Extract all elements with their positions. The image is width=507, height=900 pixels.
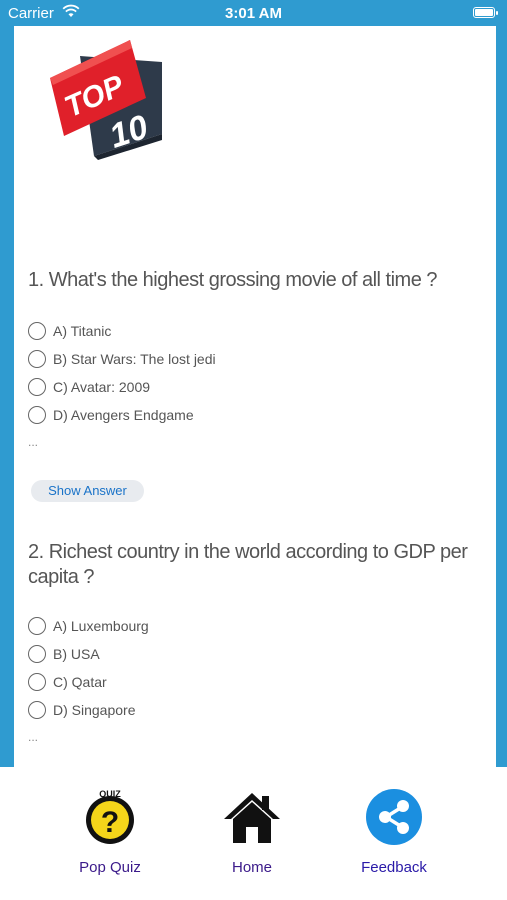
question-1-option-d[interactable]: D) Avengers Endgame bbox=[28, 404, 194, 426]
tab-label: Home bbox=[231, 859, 272, 876]
radio-button[interactable] bbox=[28, 645, 46, 663]
question-2-option-c[interactable]: C) Qatar bbox=[28, 671, 107, 693]
tab-feedback[interactable]: Feedback bbox=[334, 787, 454, 887]
option-label: A) Titanic bbox=[53, 323, 112, 339]
share-icon bbox=[366, 789, 422, 845]
status-bar: Carrier 3:01 AM bbox=[0, 0, 507, 26]
option-label: C) Qatar bbox=[53, 674, 107, 690]
home-icon bbox=[224, 793, 280, 843]
question-2-ellipsis: ... bbox=[28, 730, 39, 744]
battery-icon bbox=[473, 7, 498, 18]
radio-button[interactable] bbox=[28, 673, 46, 691]
quiz-content[interactable]: TOP 10 1. What's the highest grossing mo… bbox=[14, 26, 496, 767]
radio-button[interactable] bbox=[28, 378, 46, 396]
question-1-text: 1. What's the highest grossing movie of … bbox=[28, 269, 438, 291]
question-2-option-a[interactable]: A) Luxembourg bbox=[28, 615, 149, 637]
tab-home[interactable]: Home bbox=[192, 787, 312, 887]
quiz-icon: ? QUIZ bbox=[86, 789, 134, 844]
question-1-option-a[interactable]: A) Titanic bbox=[28, 320, 111, 342]
show-answer-button[interactable]: Show Answer bbox=[31, 480, 144, 502]
svg-text:?: ? bbox=[101, 806, 119, 839]
tab-label: Pop Quiz bbox=[79, 859, 141, 876]
radio-button[interactable] bbox=[28, 701, 46, 719]
option-label: C) Avatar: 2009 bbox=[53, 379, 151, 395]
radio-button[interactable] bbox=[28, 322, 46, 340]
question-2-option-b[interactable]: B) USA bbox=[28, 643, 100, 665]
radio-button[interactable] bbox=[28, 617, 46, 635]
question-1-option-c[interactable]: C) Avatar: 2009 bbox=[28, 376, 150, 398]
tab-label: Feedback bbox=[361, 859, 427, 876]
question-1-ellipsis: ... bbox=[28, 435, 39, 449]
option-label: D) Singapore bbox=[53, 702, 136, 718]
tab-pop-quiz[interactable]: ? QUIZ Pop Quiz bbox=[50, 787, 170, 887]
clock: 3:01 AM bbox=[225, 5, 282, 22]
svg-text:QUIZ: QUIZ bbox=[99, 789, 121, 799]
option-label: B) USA bbox=[53, 646, 100, 662]
option-label: A) Luxembourg bbox=[53, 618, 149, 634]
question-2-text: 2. Richest country in the world accordin… bbox=[28, 541, 468, 588]
option-label: B) Star Wars: The lost jedi bbox=[53, 351, 216, 367]
top10-logo: TOP 10 bbox=[50, 40, 162, 160]
radio-button[interactable] bbox=[28, 350, 46, 368]
radio-button[interactable] bbox=[28, 406, 46, 424]
question-2-option-d[interactable]: D) Singapore bbox=[28, 699, 136, 721]
option-label: D) Avengers Endgame bbox=[53, 407, 194, 423]
question-1-option-b[interactable]: B) Star Wars: The lost jedi bbox=[28, 348, 216, 370]
tab-bar: ? QUIZ Pop Quiz Home Feedback bbox=[0, 767, 507, 900]
